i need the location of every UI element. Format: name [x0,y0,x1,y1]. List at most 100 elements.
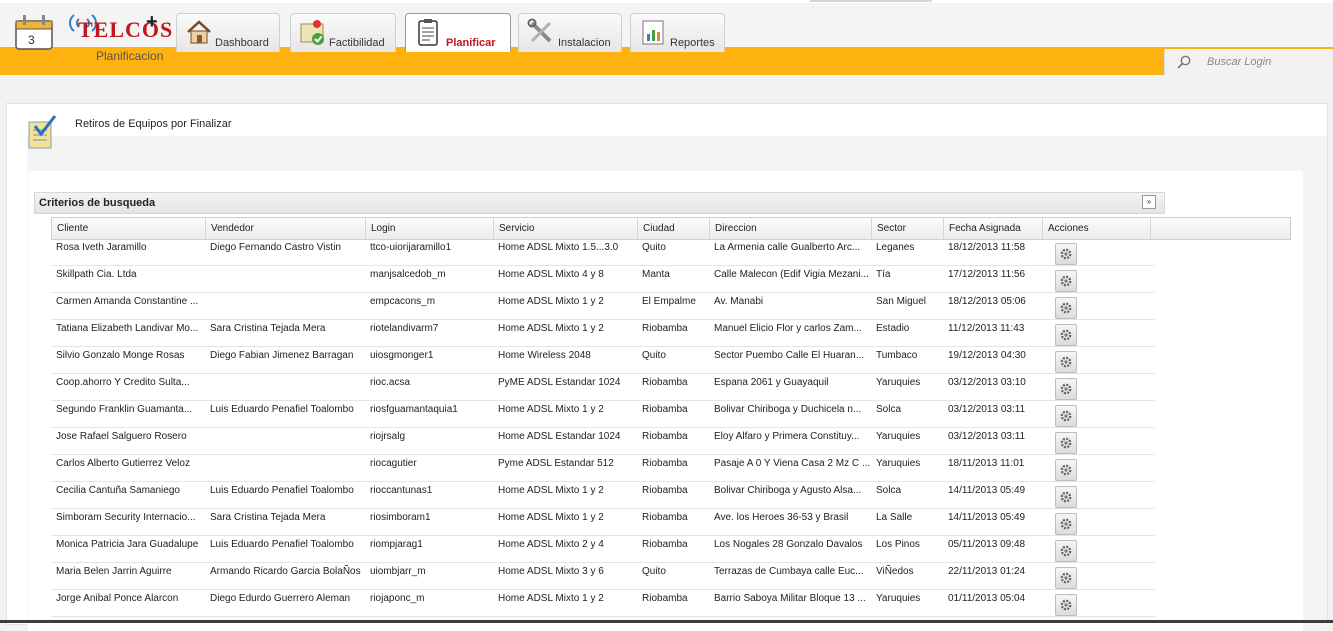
cell-login: riosfguamantaquia1 [370,404,458,415]
table-row[interactable]: Coop.ahorro Y Credito Sulta... rioc.acsa P… [51,373,1155,401]
actions-button[interactable] [1055,243,1077,265]
table-row[interactable]: Monica Patricia Jara Guadalupe Luis Eduar… [51,535,1155,563]
tab-factibilidad[interactable]: Factibilidad [290,13,396,52]
tab-reportes[interactable]: Reportes [630,13,725,52]
cell-ciudad: Riobamba [642,593,688,604]
cell-fecha: 14/11/2013 05:49 [948,512,1026,523]
table-row[interactable]: Skillpath Cia. Ltda manjsalcedob_m Home AD… [51,265,1155,293]
cell-cliente: Cecilia Cantuña Samaniego [56,485,180,496]
cell-cliente: Coop.ahorro Y Credito Sulta... [56,377,190,388]
actions-button[interactable] [1055,297,1077,319]
actions-button[interactable] [1055,459,1077,481]
actions-button[interactable] [1055,513,1077,535]
actions-button[interactable] [1055,567,1077,589]
app-logo: TELCOS + Planificacion [68,11,172,63]
table-row[interactable]: Jorge Anibal Ponce Alarcon Diego Edurdo G… [51,589,1155,617]
cell-servicio: PyME ADSL Estandar 1024 [498,377,621,388]
actions-button[interactable] [1055,324,1077,346]
cell-ciudad: Riobamba [642,377,688,388]
gear-icon [1060,572,1072,584]
actions-button[interactable] [1055,486,1077,508]
table-row[interactable]: Silvio Gonzalo Monge Rosas Diego Fabian J… [51,346,1155,374]
actions-button[interactable] [1055,594,1077,616]
cell-login: riompjarag1 [370,539,423,550]
table-row[interactable]: Cecilia Cantuña Samaniego Luis Eduardo Pe… [51,481,1155,509]
cell-sector: Solca [876,485,902,496]
cell-fecha: 18/12/2013 05:06 [948,296,1026,307]
cell-direccion: Barrio Saboya Militar Bloque 13 ... [714,593,866,604]
cell-vendedor [205,265,365,292]
cell-ciudad: Quito [642,242,666,253]
col-header[interactable]: Servicio [494,218,638,239]
criteria-header[interactable]: Criterios de busqueda » [34,192,1165,214]
table-row[interactable]: Carlos Alberto Gutierrez Veloz riocagutie… [51,454,1155,482]
col-header[interactable]: Direccion [710,218,872,239]
gear-icon [1060,545,1072,557]
cell-vendedor: Diego Edurdo Guerrero Aleman [210,593,351,604]
cell-direccion: Manuel Elicio Flor y carlos Zam... [714,323,862,334]
gear-icon [1060,383,1072,395]
cell-ciudad: Riobamba [642,512,688,523]
tools-icon [527,18,552,43]
tab-label: Instalacion [558,37,611,49]
col-header[interactable]: Sector [872,218,944,239]
col-header[interactable]: Login [366,218,494,239]
cell-login: uiombjarr_m [370,566,426,577]
actions-button[interactable] [1055,378,1077,400]
table-row[interactable]: Tatiana Elizabeth Landivar Mo... Sara Cri… [51,319,1155,347]
col-header[interactable]: Vendedor [206,218,366,239]
cell-servicio: Home ADSL Mixto 1 y 2 [498,512,604,523]
actions-button[interactable] [1055,270,1077,292]
tab-label: Reportes [670,37,715,49]
cell-fecha: 11/12/2013 11:43 [948,323,1025,334]
cell-sector: Yaruquies [876,431,921,442]
gear-icon [1060,248,1072,260]
tab-instalacion[interactable]: Instalacion [518,13,622,52]
collapse-icon[interactable]: » [1142,195,1156,209]
cell-login: ttco-uiorijaramillo1 [370,242,452,253]
actions-button[interactable] [1055,405,1077,427]
tab-planificar[interactable]: Planificar [405,13,511,52]
table-row[interactable]: Maria Belen Jarrin Aguirre Armando Ricard… [51,562,1155,590]
cell-direccion: Terrazas de Cumbaya calle Euc... [714,566,864,577]
cell-servicio: Home ADSL Mixto 4 y 8 [498,269,604,280]
actions-button[interactable] [1055,432,1077,454]
cell-sector: Yaruquies [876,593,921,604]
cell-login: rioccantunas1 [370,485,433,496]
cell-ciudad: Manta [642,269,670,280]
cell-login: riojaponc_m [370,593,425,604]
cell-fecha: 03/12/2013 03:10 [948,377,1026,388]
cell-ciudad: Riobamba [642,485,688,496]
gear-icon [1060,329,1072,341]
search-input[interactable]: Buscar Login [1207,56,1271,68]
actions-button[interactable] [1055,351,1077,373]
cell-vendedor: Diego Fernando Castro Vistin [210,242,341,253]
table-row[interactable]: Simboram Security Internacio... Sara Cris… [51,508,1155,536]
cell-sector: Leganes [876,242,915,253]
col-header[interactable]: Ciudad [638,218,710,239]
gear-icon [1060,464,1072,476]
gear-icon [1060,518,1072,530]
table-row[interactable]: Carmen Amanda Constantine ... empcacons_m… [51,292,1155,320]
tab-dashboard[interactable]: Dashboard [176,13,280,52]
cell-cliente: Carlos Alberto Gutierrez Veloz [56,458,190,469]
col-header[interactable]: Cliente [52,218,206,239]
table-row[interactable]: Jose Rafael Salguero Rosero riojrsalg Home… [51,427,1155,455]
app-header: 3 TELCOS + Planificacion Dashboard Facti… [0,3,1333,75]
search-box[interactable]: Buscar Login [1164,49,1333,75]
cell-ciudad: Riobamba [642,323,688,334]
cell-login: riotelandivarm7 [370,323,439,334]
table-row[interactable]: Segundo Franklin Guamanta... Luis Eduardo… [51,400,1155,428]
col-header[interactable]: Fecha Asignada [944,218,1043,239]
table-row[interactable]: Rosa Iveth Jaramillo Diego Fernando Castr… [51,238,1155,266]
report-chart-icon [642,20,664,45]
cell-servicio: Home ADSL Mixto 2 y 4 [498,539,604,550]
cell-vendedor: Sara Cristina Tejada Mera [210,512,326,523]
actions-button[interactable] [1055,540,1077,562]
cell-login: rioc.acsa [370,377,411,388]
logo-text: TELCOS [78,17,174,42]
cell-vendedor [205,427,365,454]
cell-sector: Solca [876,404,902,415]
cell-vendedor [205,292,365,319]
cell-login: manjsalcedob_m [370,269,446,280]
